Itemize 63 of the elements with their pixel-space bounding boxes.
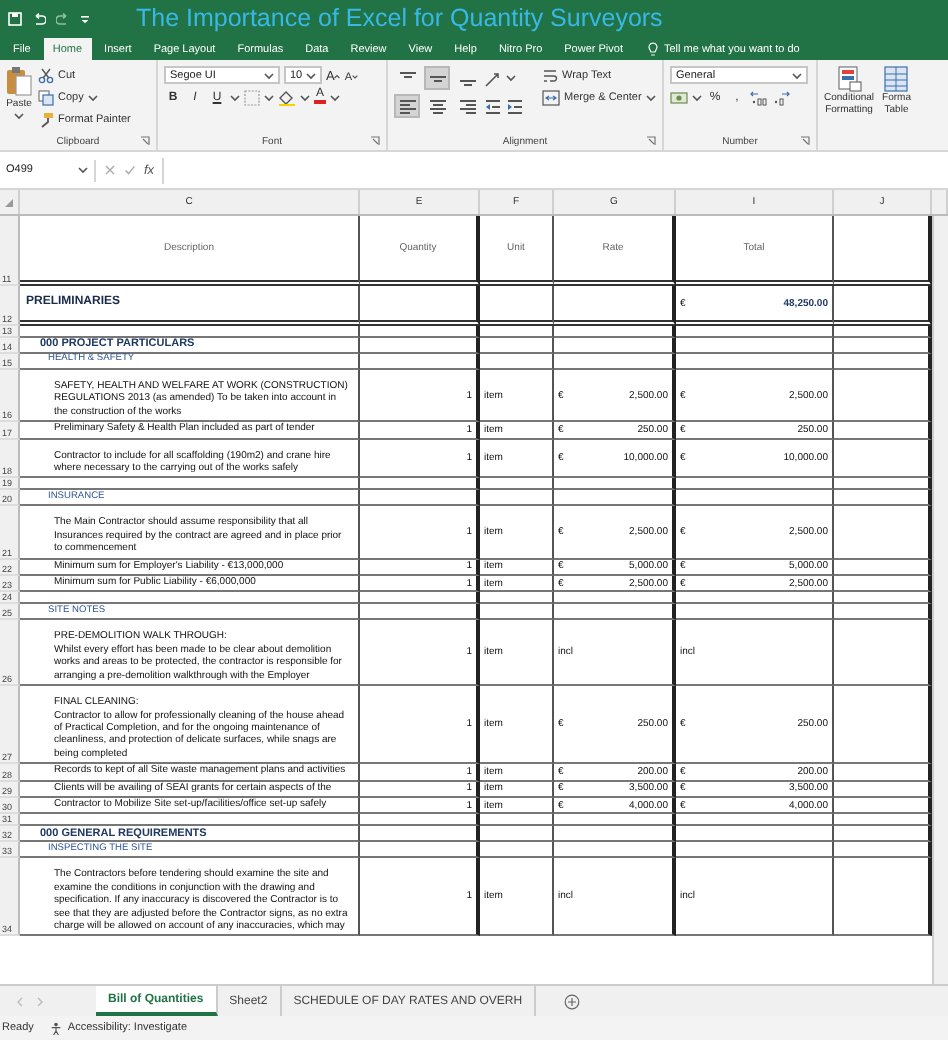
save-icon[interactable] xyxy=(8,12,22,26)
empty-cell xyxy=(480,842,554,859)
copy-icon xyxy=(38,89,54,105)
paintbrush-icon xyxy=(38,111,54,127)
customize-icon[interactable] xyxy=(80,12,90,26)
empty-cell xyxy=(360,286,480,326)
empty-cell xyxy=(480,604,554,621)
empty-cell xyxy=(360,604,480,621)
empty-cell xyxy=(480,286,554,326)
caret-icon[interactable] xyxy=(692,93,702,101)
fill-color-icon[interactable] xyxy=(278,89,296,105)
caret-icon[interactable] xyxy=(300,93,310,101)
decrease-decimal-icon[interactable] xyxy=(772,89,790,105)
currency-icon[interactable] xyxy=(670,89,688,105)
caret-icon[interactable] xyxy=(330,93,340,101)
align-left-icon xyxy=(397,97,417,115)
empty-cell xyxy=(360,842,480,859)
increase-indent-icon[interactable] xyxy=(506,97,524,115)
caret-icon[interactable] xyxy=(264,71,274,79)
accessibility-icon[interactable] xyxy=(49,1021,64,1035)
align-right-icon xyxy=(457,97,477,115)
caret-icon[interactable] xyxy=(230,93,240,101)
redo-icon[interactable] xyxy=(56,12,70,26)
caret-icon[interactable] xyxy=(264,93,274,101)
caret-icon[interactable] xyxy=(78,166,88,174)
align-left-button[interactable] xyxy=(394,94,420,118)
dialog-launcher-icon[interactable] xyxy=(645,136,656,146)
empty-cell xyxy=(554,604,676,621)
merge-cells-icon xyxy=(542,89,560,105)
undo-icon[interactable] xyxy=(32,12,46,26)
decrease-indent-icon[interactable] xyxy=(484,97,502,115)
dialog-launcher-icon[interactable] xyxy=(369,136,380,146)
conditional-formatting-icon xyxy=(837,66,862,92)
lightbulb-icon[interactable] xyxy=(648,41,658,57)
align-right-button[interactable] xyxy=(454,94,480,118)
caret-icon[interactable] xyxy=(645,93,656,101)
caret-icon[interactable] xyxy=(792,71,802,79)
caret-icon[interactable] xyxy=(87,93,98,101)
orientation-icon[interactable] xyxy=(484,69,502,87)
empty-cell xyxy=(480,490,554,507)
overlay-title: The Importance of Excel for Quantity Surveyors xyxy=(136,2,663,36)
empty-cell xyxy=(360,490,480,507)
add-sheet-icon[interactable] xyxy=(564,993,581,1009)
empty-cell xyxy=(554,842,676,859)
vertical-scrollbar[interactable] xyxy=(932,216,948,984)
align-middle-button[interactable] xyxy=(424,66,450,90)
align-center-button[interactable] xyxy=(424,94,450,118)
wrap-text-icon xyxy=(542,67,558,83)
empty-cell xyxy=(554,286,676,326)
caret-icon[interactable] xyxy=(306,71,316,79)
caret-icon[interactable] xyxy=(14,112,24,120)
empty-cell xyxy=(554,826,676,843)
increase-decimal-icon[interactable] xyxy=(750,89,768,105)
caret-icon[interactable] xyxy=(506,74,516,82)
align-center-icon xyxy=(427,97,447,115)
dialog-launcher-icon[interactable] xyxy=(140,136,150,146)
scissors-icon xyxy=(38,67,54,83)
clipboard-icon xyxy=(6,66,32,96)
empty-cell xyxy=(554,490,676,507)
empty-cell xyxy=(480,826,554,843)
table-style-icon xyxy=(884,66,909,92)
empty-cell xyxy=(360,826,480,843)
dialog-launcher-icon[interactable] xyxy=(799,136,810,146)
